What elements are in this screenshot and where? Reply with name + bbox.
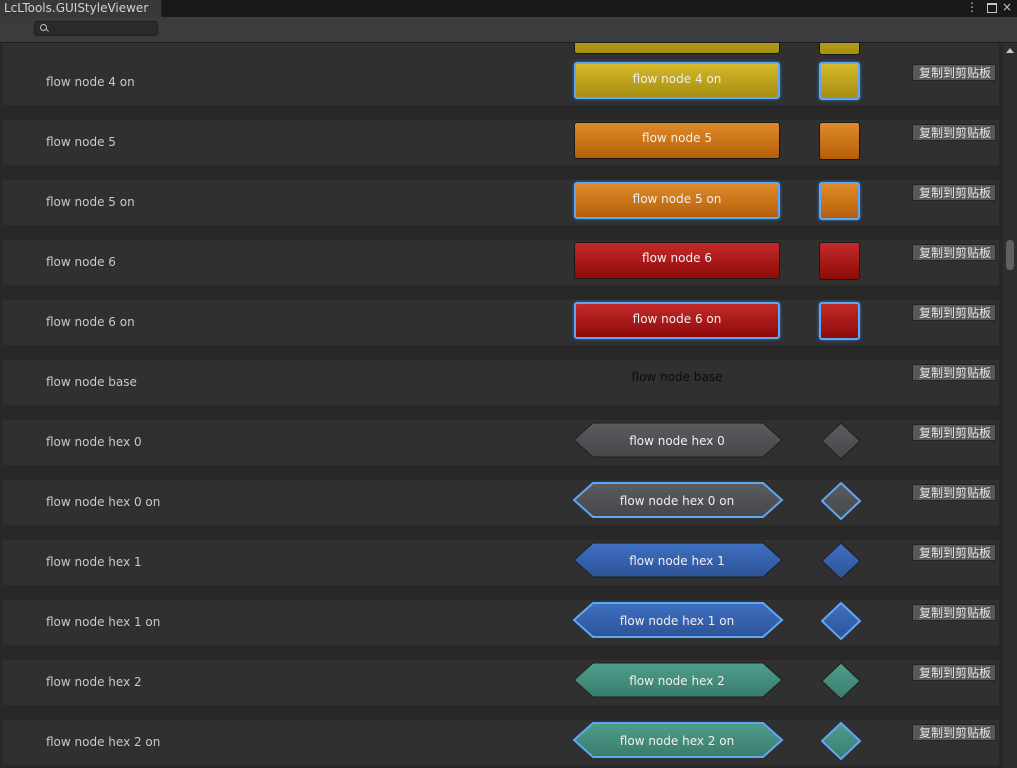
list-row: flow node 5 on flow node 5 on 复制到剪贴板 <box>2 180 999 225</box>
search-input[interactable] <box>49 22 155 35</box>
list-row: flow node hex 2 on flow node hex 2 on 复制到剪… <box>2 720 999 765</box>
copy-to-clipboard-button[interactable]: 复制到剪贴板 <box>912 124 996 141</box>
style-preview-diamond <box>821 422 861 460</box>
scroll-up-arrow-icon[interactable] <box>1006 48 1014 53</box>
style-preview-swatch <box>819 182 860 220</box>
copy-to-clipboard-button[interactable]: 复制到剪贴板 <box>912 664 996 681</box>
title-bar: LcLTools.GUIStyleViewer ⋮ × <box>0 0 1017 17</box>
list-row: flow node hex 0 on flow node hex 0 on 复制到剪… <box>2 480 999 525</box>
style-preview-diamond <box>821 722 861 760</box>
style-name-label: flow node hex 0 <box>46 435 142 449</box>
style-preview-button[interactable] <box>574 43 780 54</box>
style-preview-diamond <box>821 542 861 580</box>
style-preview-button[interactable]: flow node 6 <box>574 242 780 279</box>
style-name-label: flow node 4 on <box>46 75 135 89</box>
copy-to-clipboard-button[interactable]: 复制到剪贴板 <box>912 64 996 81</box>
maximize-icon[interactable] <box>985 0 999 17</box>
style-preview-button[interactable]: flow node 6 on <box>574 302 780 339</box>
style-preview-label: flow node hex 1 on <box>619 614 735 628</box>
style-name-label: flow node hex 0 on <box>46 495 161 509</box>
style-preview-label: flow node hex 2 <box>629 674 725 688</box>
copy-to-clipboard-button[interactable]: 复制到剪贴板 <box>912 484 996 501</box>
list-row: flow node 5 flow node 5 复制到剪贴板 <box>2 120 999 165</box>
style-preview-swatch <box>819 302 860 340</box>
style-name-label: flow node 5 <box>46 135 116 149</box>
style-preview-text[interactable]: flow node base <box>574 362 780 392</box>
window-tab[interactable]: LcLTools.GUIStyleViewer <box>0 0 162 17</box>
toolbar <box>0 17 1017 43</box>
copy-to-clipboard-button[interactable]: 复制到剪贴板 <box>912 244 996 261</box>
style-preview-diamond <box>821 602 861 640</box>
style-preview-label: flow node hex 1 <box>629 554 725 568</box>
copy-to-clipboard-button[interactable]: 复制到剪贴板 <box>912 364 996 381</box>
style-name-label: flow node hex 2 <box>46 675 142 689</box>
style-preview-label: flow node hex 0 <box>629 434 725 448</box>
style-name-label: flow node base <box>46 375 137 389</box>
search-box[interactable] <box>34 21 158 36</box>
list-row: flow node hex 1 flow node hex 1 复制到剪贴板 <box>2 540 999 585</box>
style-name-label: flow node hex 1 <box>46 555 142 569</box>
copy-to-clipboard-button[interactable]: 复制到剪贴板 <box>912 724 996 741</box>
style-preview-button[interactable]: flow node 5 <box>574 122 780 159</box>
close-icon[interactable]: × <box>1000 0 1014 17</box>
scroll-thumb[interactable] <box>1006 240 1014 270</box>
copy-to-clipboard-button[interactable]: 复制到剪贴板 <box>912 544 996 561</box>
style-preview-label: flow node hex 0 on <box>619 494 735 508</box>
style-preview-diamond <box>821 662 861 700</box>
list-row: flow node base flow node base 复制到剪贴板 <box>2 360 999 405</box>
style-preview-swatch <box>819 122 860 160</box>
more-options-icon[interactable]: ⋮ <box>965 0 979 17</box>
copy-to-clipboard-button[interactable]: 复制到剪贴板 <box>912 304 996 321</box>
style-name-label: flow node hex 1 on <box>46 615 161 629</box>
copy-to-clipboard-button[interactable]: 复制到剪贴板 <box>912 424 996 441</box>
style-preview-diamond <box>821 482 861 520</box>
copy-to-clipboard-button[interactable]: 复制到剪贴板 <box>912 604 996 621</box>
list-row: flow node 4 on flow node 4 on 复制到剪贴板 <box>2 60 999 105</box>
style-name-label: flow node 6 <box>46 255 116 269</box>
style-preview-button[interactable]: flow node 4 on <box>574 62 780 99</box>
style-name-label: flow node hex 2 on <box>46 735 161 749</box>
search-icon <box>40 24 47 31</box>
style-preview-swatch <box>819 43 860 55</box>
list-row-partial <box>2 43 999 60</box>
style-preview-swatch <box>819 62 860 100</box>
style-name-label: flow node 5 on <box>46 195 135 209</box>
vertical-scrollbar[interactable] <box>1003 43 1017 768</box>
list-row: flow node hex 1 on flow node hex 1 on 复制到剪… <box>2 600 999 645</box>
style-list[interactable]: flow node 4 on flow node 4 on 复制到剪贴板 flow n… <box>0 43 1003 768</box>
style-preview-label: flow node hex 2 on <box>619 734 735 748</box>
list-row: flow node 6 flow node 6 复制到剪贴板 <box>2 240 999 285</box>
list-row: flow node hex 0 flow node hex 0 复制到剪贴板 <box>2 420 999 465</box>
style-name-label: flow node 6 on <box>46 315 135 329</box>
style-preview-button[interactable]: flow node 5 on <box>574 182 780 219</box>
list-row: flow node 6 on flow node 6 on 复制到剪贴板 <box>2 300 999 345</box>
list-row: flow node hex 2 flow node hex 2 复制到剪贴板 <box>2 660 999 705</box>
style-preview-swatch <box>819 242 860 280</box>
copy-to-clipboard-button[interactable]: 复制到剪贴板 <box>912 184 996 201</box>
